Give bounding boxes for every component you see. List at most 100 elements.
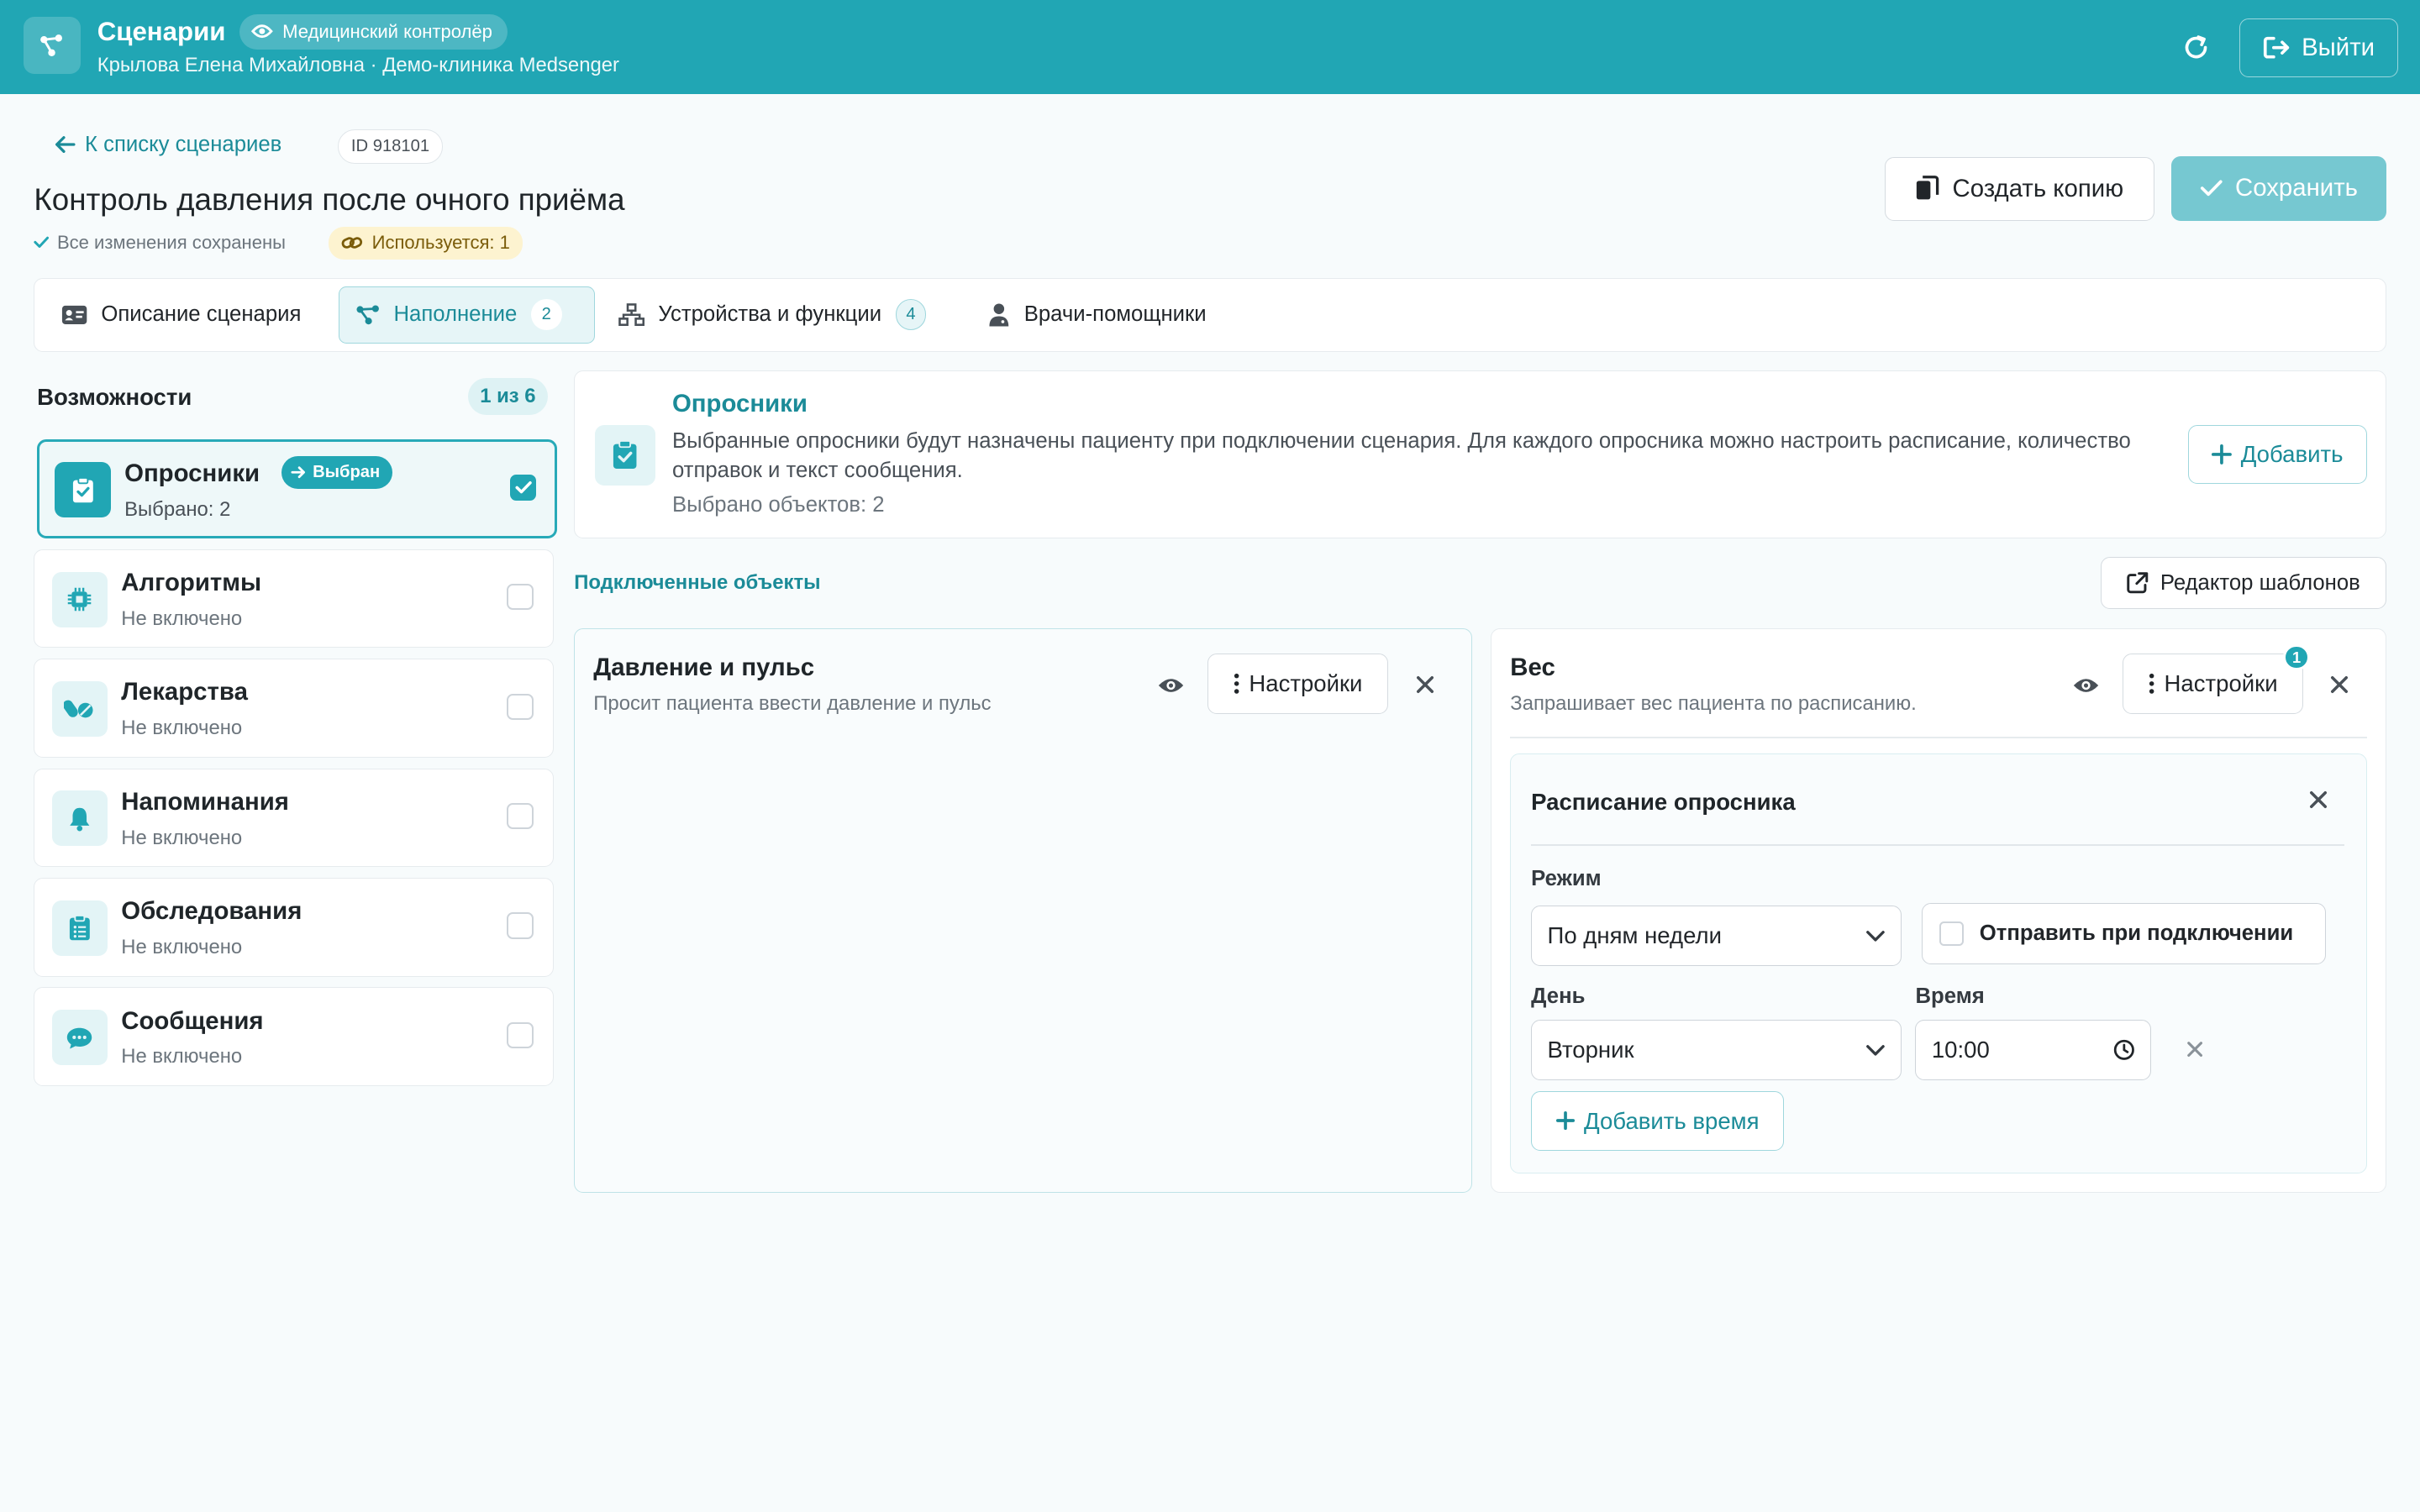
day-select[interactable]: Вторник bbox=[1531, 1020, 1902, 1080]
copy-icon bbox=[1917, 176, 1939, 200]
remove-object-button[interactable] bbox=[1410, 669, 1441, 700]
capability-checkbox[interactable] bbox=[507, 912, 534, 939]
capability-messages[interactable]: Сообщения Не включено bbox=[34, 987, 555, 1087]
selected-badge: Выбран bbox=[281, 455, 392, 489]
add-button[interactable]: Добавить bbox=[2187, 425, 2367, 484]
time-input[interactable]: 10:00 bbox=[1915, 1020, 2152, 1080]
day-label: День bbox=[1531, 984, 1586, 1008]
sitemap-icon bbox=[618, 303, 644, 326]
close-icon bbox=[1417, 675, 1434, 693]
selected-badge-label: Выбран bbox=[313, 462, 381, 481]
saved-status-label: Все изменения сохранены bbox=[56, 231, 286, 253]
close-schedule-button[interactable] bbox=[2304, 785, 2332, 813]
tab-assistant-doctors[interactable]: Врачи-помощники bbox=[973, 286, 1222, 344]
nodes-icon bbox=[356, 305, 379, 325]
capability-checkbox[interactable] bbox=[507, 803, 534, 830]
usage-label: Используется: 1 bbox=[371, 232, 510, 254]
tab-devices[interactable]: Устройства и функции 4 bbox=[602, 286, 941, 344]
capability-name: Опросники bbox=[124, 459, 260, 487]
create-copy-label: Создать копию bbox=[1952, 174, 2124, 202]
capabilities-title: Возможности bbox=[37, 384, 192, 411]
capability-checkbox[interactable] bbox=[507, 693, 534, 720]
close-icon bbox=[2309, 790, 2327, 808]
add-label: Добавить bbox=[2240, 440, 2344, 467]
time-value: 10:00 bbox=[1931, 1037, 1990, 1063]
tab-label: Описание сценария bbox=[101, 302, 302, 327]
chevron-down-icon bbox=[1865, 930, 1885, 942]
capability-status: Не включено bbox=[121, 1045, 243, 1068]
eye-icon bbox=[2073, 679, 2099, 693]
page-title: Контроль давления после очного приёма bbox=[34, 181, 625, 217]
remove-time-button[interactable] bbox=[2181, 1036, 2208, 1063]
capability-questionnaires[interactable]: Опросники Выбран Выбрано: 2 bbox=[37, 439, 558, 538]
add-time-button[interactable]: Добавить время bbox=[1531, 1090, 1785, 1152]
logout-button[interactable]: Выйти bbox=[2239, 18, 2399, 77]
role-label: Медицинский контролёр bbox=[282, 20, 492, 42]
info-description: Выбранные опросники будут назначены паци… bbox=[671, 428, 2131, 482]
chip-icon bbox=[51, 571, 108, 627]
chevron-down-icon bbox=[1865, 1044, 1885, 1056]
capability-checkbox[interactable] bbox=[507, 584, 534, 611]
tab-description[interactable]: Описание сценария bbox=[45, 286, 317, 344]
schedule-title: Расписание опросника bbox=[1531, 788, 1796, 815]
object-card-pressure: Давление и пульс Просит пациента ввести … bbox=[574, 627, 1473, 1193]
usage-badge[interactable]: Используется: 1 bbox=[329, 226, 523, 260]
save-button[interactable]: Сохранить bbox=[2171, 155, 2386, 221]
capability-checkbox[interactable] bbox=[510, 475, 537, 501]
tab-count: 4 bbox=[895, 299, 927, 331]
saved-status: Все изменения сохранены bbox=[34, 232, 286, 254]
capabilities-count: 1 из 6 bbox=[467, 377, 549, 416]
settings-button[interactable]: Настройки bbox=[1207, 653, 1389, 714]
template-editor-button[interactable]: Редактор шаблонов bbox=[2100, 557, 2386, 610]
eye-icon bbox=[1158, 679, 1183, 693]
refresh-button[interactable] bbox=[2173, 24, 2219, 71]
capability-algorithms[interactable]: Алгоритмы Не включено bbox=[34, 549, 555, 648]
object-name: Вес bbox=[1510, 653, 1555, 681]
remove-object-button[interactable] bbox=[2323, 669, 2354, 700]
arrow-right-icon bbox=[291, 466, 306, 479]
connected-objects-label: Подключенные объекты bbox=[574, 570, 821, 594]
checkbox-square[interactable] bbox=[1939, 921, 1965, 947]
settings-notification-badge: 1 bbox=[2283, 643, 2310, 671]
capability-name: Лекарства bbox=[121, 678, 248, 706]
tab-label: Устройства и функции bbox=[658, 302, 882, 327]
capability-medications[interactable]: Лекарства Не включено bbox=[34, 659, 555, 758]
close-icon bbox=[2330, 675, 2348, 693]
user-info: Крылова Елена Михайловна · Демо-клиника … bbox=[97, 54, 619, 77]
external-link-icon bbox=[2127, 572, 2149, 594]
day-value: Вторник bbox=[1547, 1037, 1634, 1063]
arrow-left-icon bbox=[55, 136, 76, 154]
settings-label: Настройки bbox=[2164, 669, 2278, 696]
scenario-id-chip: ID 918101 bbox=[338, 129, 443, 164]
capability-reminders[interactable]: Напоминания Не включено bbox=[34, 768, 555, 868]
create-copy-button[interactable]: Создать копию bbox=[1884, 157, 2155, 221]
capability-name: Сообщения bbox=[121, 1006, 264, 1035]
clipboard-check-icon bbox=[595, 425, 655, 486]
clock-icon bbox=[2114, 1039, 2135, 1061]
plus-icon bbox=[1555, 1111, 1575, 1131]
pills-icon bbox=[51, 680, 108, 738]
send-on-connect-checkbox[interactable]: Отправить при подключении bbox=[1921, 902, 2327, 965]
divider bbox=[1510, 737, 2367, 738]
settings-button[interactable]: Настройки bbox=[2123, 653, 2304, 714]
mode-value: По дням недели bbox=[1547, 922, 1722, 949]
chat-icon bbox=[51, 1010, 108, 1066]
capability-examinations[interactable]: Обследования Не включено bbox=[34, 878, 555, 977]
preview-button[interactable] bbox=[1154, 669, 1187, 702]
mode-select[interactable]: По дням недели bbox=[1531, 906, 1902, 966]
logout-label: Выйти bbox=[2302, 33, 2375, 61]
capability-status: Не включено bbox=[121, 936, 243, 959]
capability-checkbox[interactable] bbox=[507, 1021, 534, 1049]
capability-name: Напоминания bbox=[121, 787, 289, 816]
preview-button[interactable] bbox=[2069, 669, 2102, 702]
dots-vertical-icon bbox=[2149, 673, 2154, 694]
tab-label: Наполнение bbox=[393, 302, 518, 327]
settings-label: Настройки bbox=[1249, 669, 1363, 696]
dots-vertical-icon bbox=[1234, 673, 1239, 694]
tab-label: Врачи-помощники bbox=[1023, 302, 1207, 327]
app-logo-icon[interactable] bbox=[23, 17, 81, 75]
id-card-icon bbox=[61, 305, 87, 324]
back-to-list-link[interactable]: К списку сценариев bbox=[54, 133, 281, 157]
close-icon bbox=[2187, 1042, 2202, 1057]
tab-content[interactable]: Наполнение 2 bbox=[339, 286, 596, 344]
